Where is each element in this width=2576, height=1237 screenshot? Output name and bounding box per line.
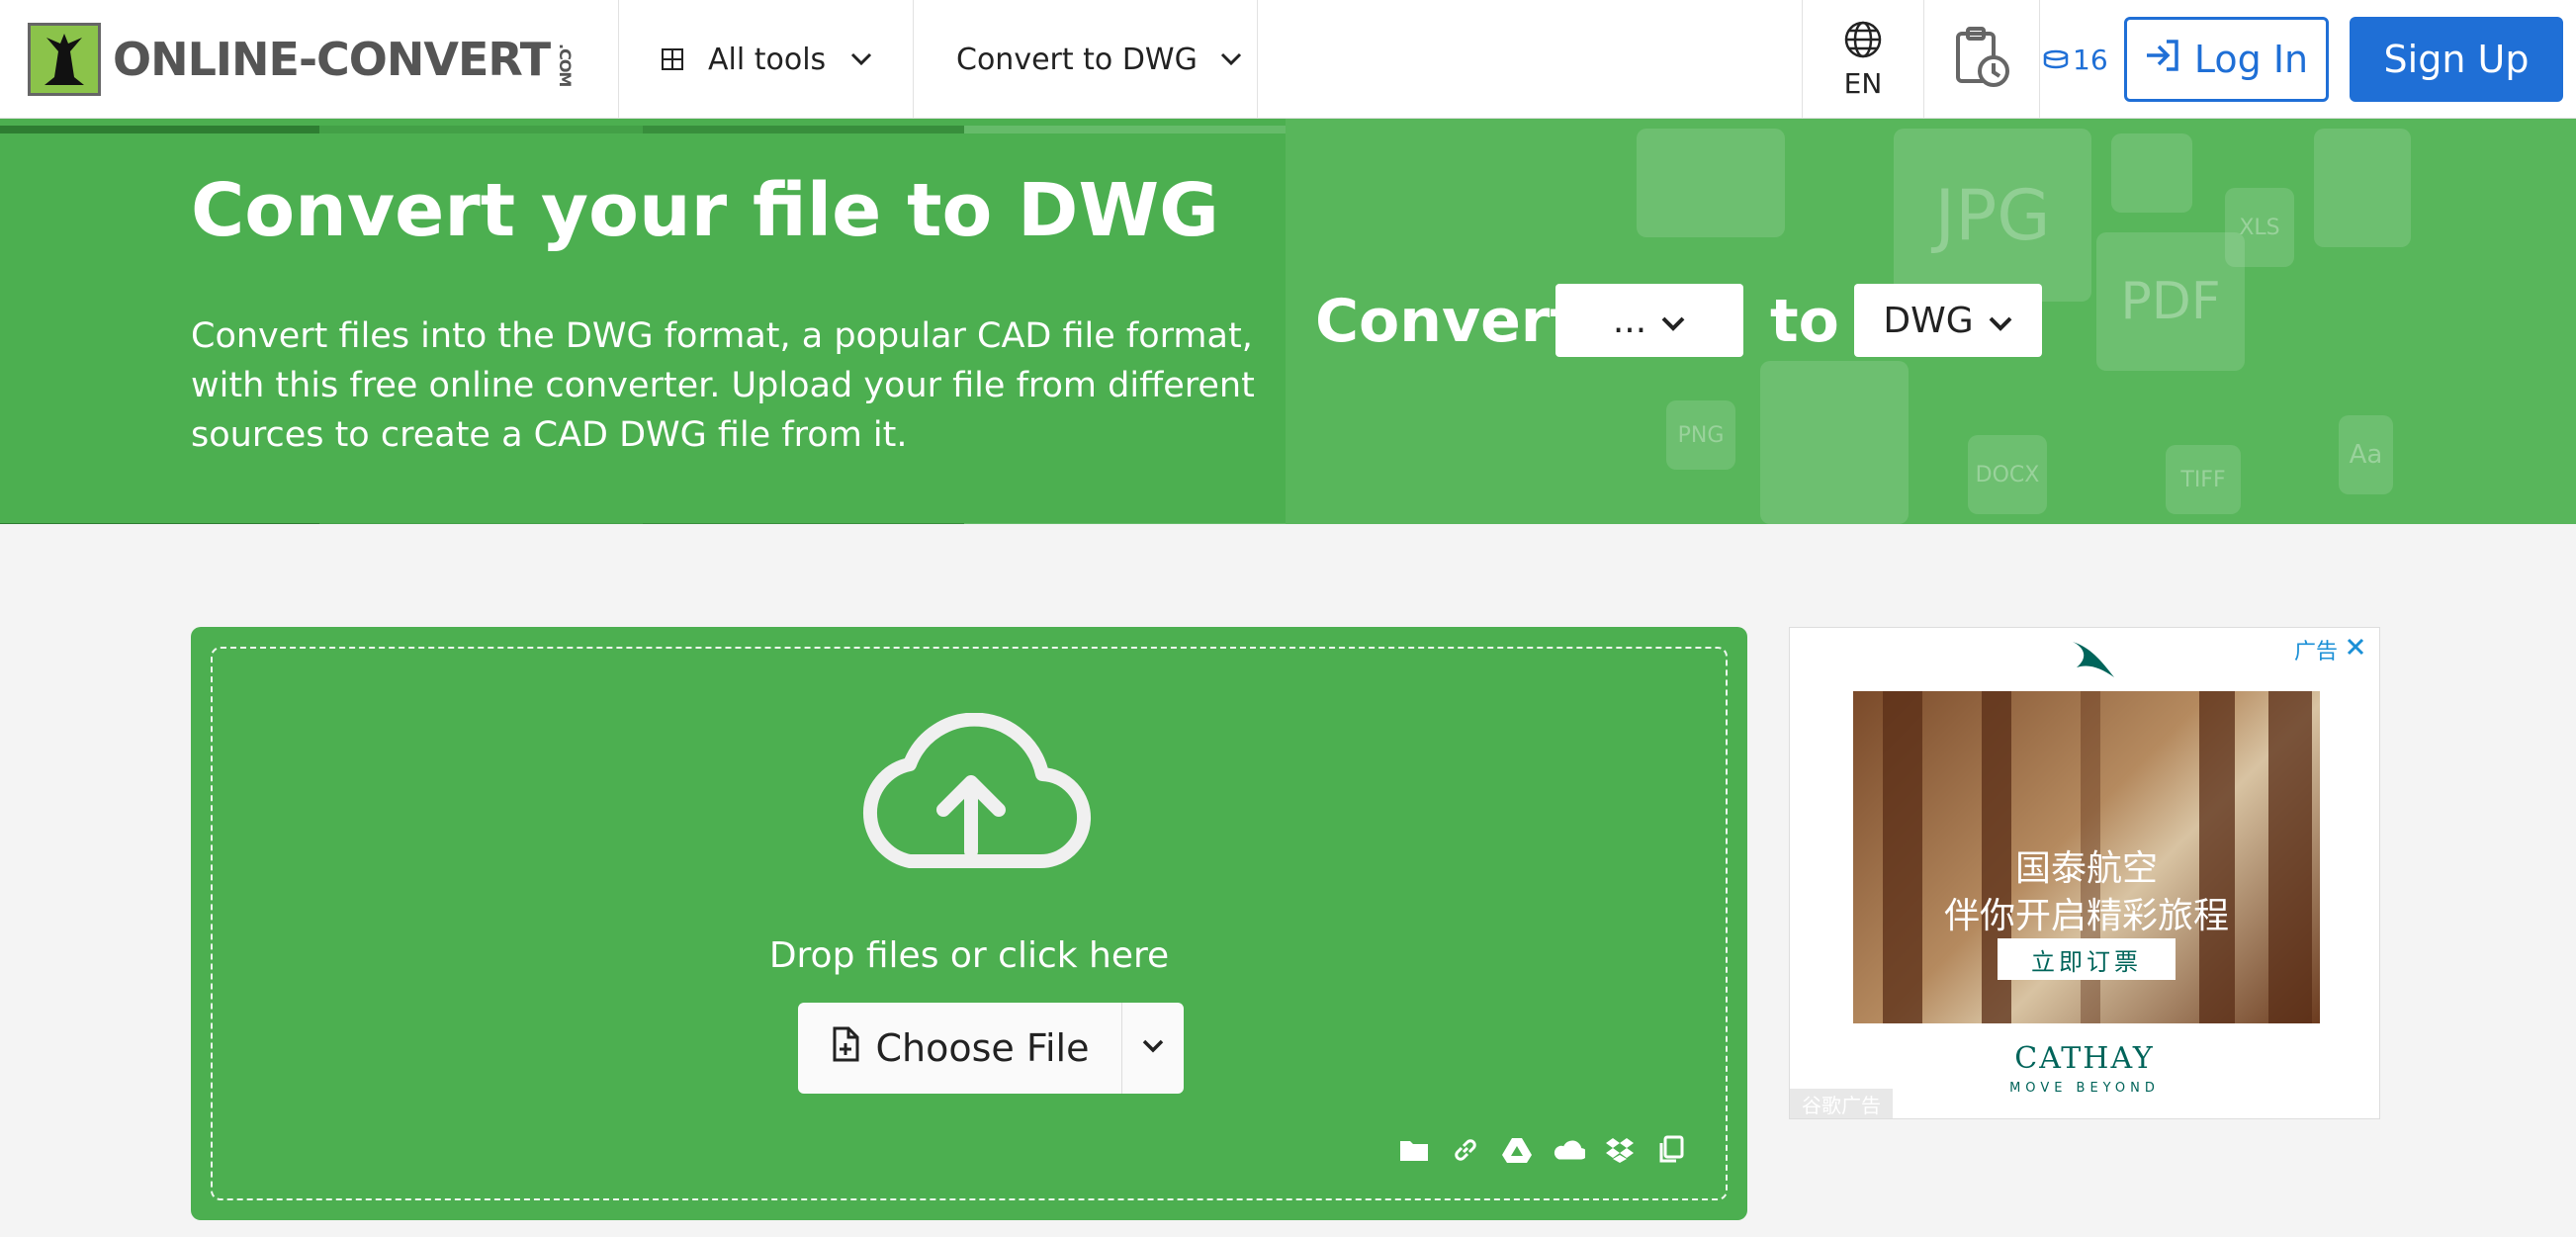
credits-counter[interactable]: 16 bbox=[2043, 0, 2108, 119]
top-navbar: ONLINE-CONVERT .COM All tools Convert to… bbox=[0, 0, 2576, 119]
source-format-select[interactable]: ... bbox=[1555, 284, 1743, 357]
png-label: PNG bbox=[1677, 422, 1725, 448]
choose-file-label: Choose File bbox=[875, 1026, 1090, 1070]
chevron-down-icon bbox=[1219, 51, 1243, 67]
nav-divider bbox=[618, 0, 619, 119]
envelope-icon bbox=[1637, 129, 1785, 237]
history-button[interactable] bbox=[1924, 0, 2039, 119]
file-plus-icon bbox=[831, 1026, 860, 1071]
coins-icon bbox=[2043, 49, 2069, 69]
to-word: to bbox=[1770, 287, 1839, 356]
ad-image: 国泰航空 伴你开启精彩旅程 立即订票 bbox=[1853, 691, 2320, 1023]
docx-label: DOCX bbox=[1975, 462, 2040, 487]
logo-wordmark: ONLINE-CONVERT bbox=[113, 33, 551, 86]
target-format-select[interactable]: DWG bbox=[1854, 284, 2042, 357]
tiff-file-icon: TIFF bbox=[2166, 445, 2241, 514]
choose-file-control: Choose File bbox=[798, 1003, 1184, 1094]
ad-headline-1: 国泰航空 bbox=[2014, 848, 2158, 889]
clipboard-icon[interactable] bbox=[1654, 1133, 1688, 1167]
login-button[interactable]: Log In bbox=[2124, 17, 2329, 102]
chevron-down-icon bbox=[1988, 301, 2013, 341]
cloud-upload-icon bbox=[850, 712, 1092, 875]
all-tools-menu[interactable]: All tools bbox=[661, 0, 873, 119]
site-logo[interactable]: ONLINE-CONVERT .COM bbox=[28, 22, 575, 97]
language-selector[interactable]: EN bbox=[1803, 0, 1923, 119]
nav-divider bbox=[1257, 0, 1258, 119]
convert-to-dwg-menu[interactable]: Convert to DWG bbox=[956, 0, 1243, 119]
drop-instructions: Drop files or click here bbox=[768, 935, 1170, 976]
pdf-file-icon: PDF bbox=[2096, 232, 2245, 371]
chevron-down-icon bbox=[1660, 301, 1686, 341]
google-drive-icon[interactable] bbox=[1500, 1133, 1534, 1167]
language-label: EN bbox=[1843, 66, 1883, 100]
hero-banner: JPG PDF XLS PNG DOCX TIFF Aa Convert you… bbox=[0, 119, 2576, 524]
logo-suffix: .COM bbox=[556, 43, 576, 86]
hero-stripe bbox=[0, 516, 1286, 524]
ad-footer-label: 谷歌广告 bbox=[1790, 1089, 1893, 1118]
onedrive-icon[interactable] bbox=[1552, 1133, 1585, 1167]
nav-divider bbox=[913, 0, 914, 119]
target-format-value: DWG bbox=[1883, 300, 1974, 341]
globe-icon bbox=[1843, 20, 1883, 63]
xls-file-icon: XLS bbox=[2225, 188, 2294, 267]
xls-label: XLS bbox=[2239, 215, 2280, 240]
png-file-icon: PNG bbox=[1666, 400, 1735, 470]
drop-zone-border: Drop files or click here Choose File bbox=[211, 647, 1728, 1200]
tiff-label: TIFF bbox=[2180, 467, 2226, 492]
all-tools-label: All tools bbox=[708, 42, 827, 77]
image-file-icon bbox=[2111, 133, 2192, 213]
dropbox-icon[interactable] bbox=[1603, 1133, 1637, 1167]
font-label: Aa bbox=[2349, 440, 2383, 470]
advertisement[interactable]: 广告 国泰航空 伴你开启精彩旅程 立即订票 CATHAY MOVE BEYOND… bbox=[1789, 627, 2380, 1119]
convert-word: Convert bbox=[1315, 287, 1579, 356]
ad-headline-2: 伴你开启精彩旅程 bbox=[1943, 896, 2229, 936]
pdf-label: PDF bbox=[2120, 272, 2221, 331]
link-icon[interactable] bbox=[1449, 1133, 1482, 1167]
choose-file-button[interactable]: Choose File bbox=[798, 1003, 1122, 1094]
chevron-down-icon bbox=[1141, 1038, 1165, 1058]
credits-count: 16 bbox=[2073, 43, 2108, 76]
ad-cta-button[interactable]: 立即订票 bbox=[1998, 938, 2176, 980]
chevron-down-icon bbox=[849, 51, 873, 67]
ad-choices[interactable]: 广告 bbox=[2294, 634, 2365, 665]
signup-button[interactable]: Sign Up bbox=[2350, 17, 2563, 102]
nav-divider bbox=[2039, 0, 2040, 119]
ad-brand: CATHAY bbox=[2014, 1041, 2155, 1076]
page-title: Convert your file to DWG bbox=[191, 168, 1219, 253]
convert-to-label: Convert to DWG bbox=[956, 42, 1198, 77]
logo-text: ONLINE-CONVERT .COM bbox=[113, 33, 575, 86]
docx-file-icon: DOCX bbox=[1968, 435, 2047, 514]
signup-label: Sign Up bbox=[2383, 38, 2530, 81]
jpg-label: JPG bbox=[1934, 174, 2051, 256]
folder-icon[interactable] bbox=[1397, 1133, 1431, 1167]
logo-mark-icon bbox=[28, 23, 101, 96]
file-drop-zone[interactable]: Drop files or click here Choose File bbox=[191, 627, 1747, 1220]
jpg-file-icon: JPG bbox=[1894, 129, 2091, 302]
page-description: Convert files into the DWG format, a pop… bbox=[191, 316, 1255, 455]
login-label: Log In bbox=[2193, 38, 2309, 81]
clipboard-clock-icon bbox=[1952, 26, 2011, 93]
ad-label: 广告 bbox=[2293, 640, 2338, 664]
cathay-logo-icon bbox=[2071, 638, 2116, 687]
chart-line-file-icon bbox=[1760, 361, 1909, 524]
source-format-value: ... bbox=[1612, 300, 1647, 341]
upload-source-icons bbox=[1397, 1133, 1688, 1167]
chart-file-icon bbox=[2314, 129, 2411, 247]
hero-stripe bbox=[0, 119, 1286, 133]
choose-file-dropdown[interactable] bbox=[1122, 1003, 1184, 1094]
font-file-icon: Aa bbox=[2339, 415, 2393, 494]
sign-in-icon bbox=[2145, 38, 2180, 81]
close-icon[interactable] bbox=[2346, 637, 2365, 663]
grid-icon bbox=[661, 47, 684, 71]
